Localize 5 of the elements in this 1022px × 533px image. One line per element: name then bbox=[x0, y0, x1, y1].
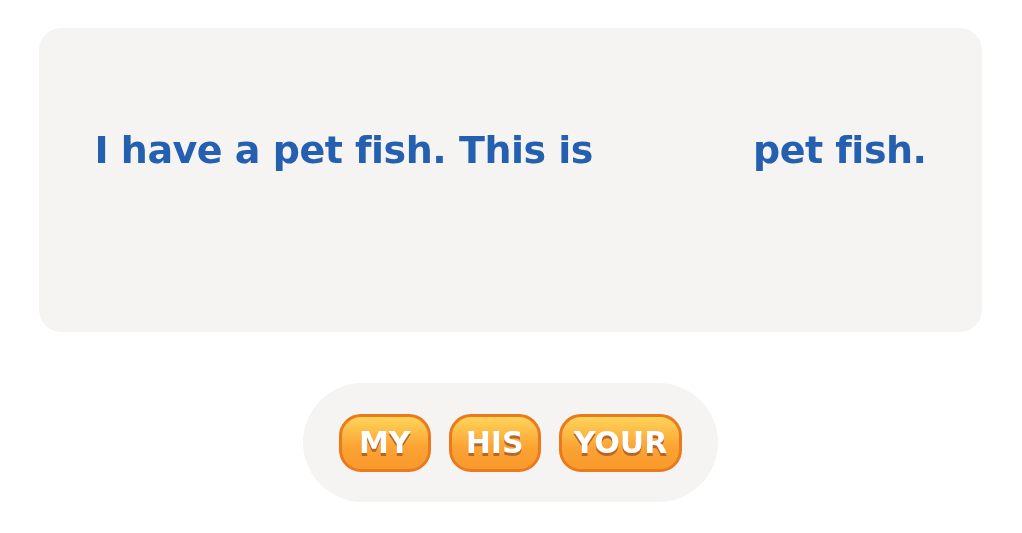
sentence-text: pet fish. bbox=[752, 128, 927, 172]
choice-button[interactable]: MY bbox=[338, 413, 431, 472]
choice-button[interactable]: YOUR bbox=[558, 413, 683, 472]
sentence-text: I have a pet fish. This is bbox=[94, 128, 593, 172]
choice-button[interactable]: HIS bbox=[448, 413, 541, 472]
